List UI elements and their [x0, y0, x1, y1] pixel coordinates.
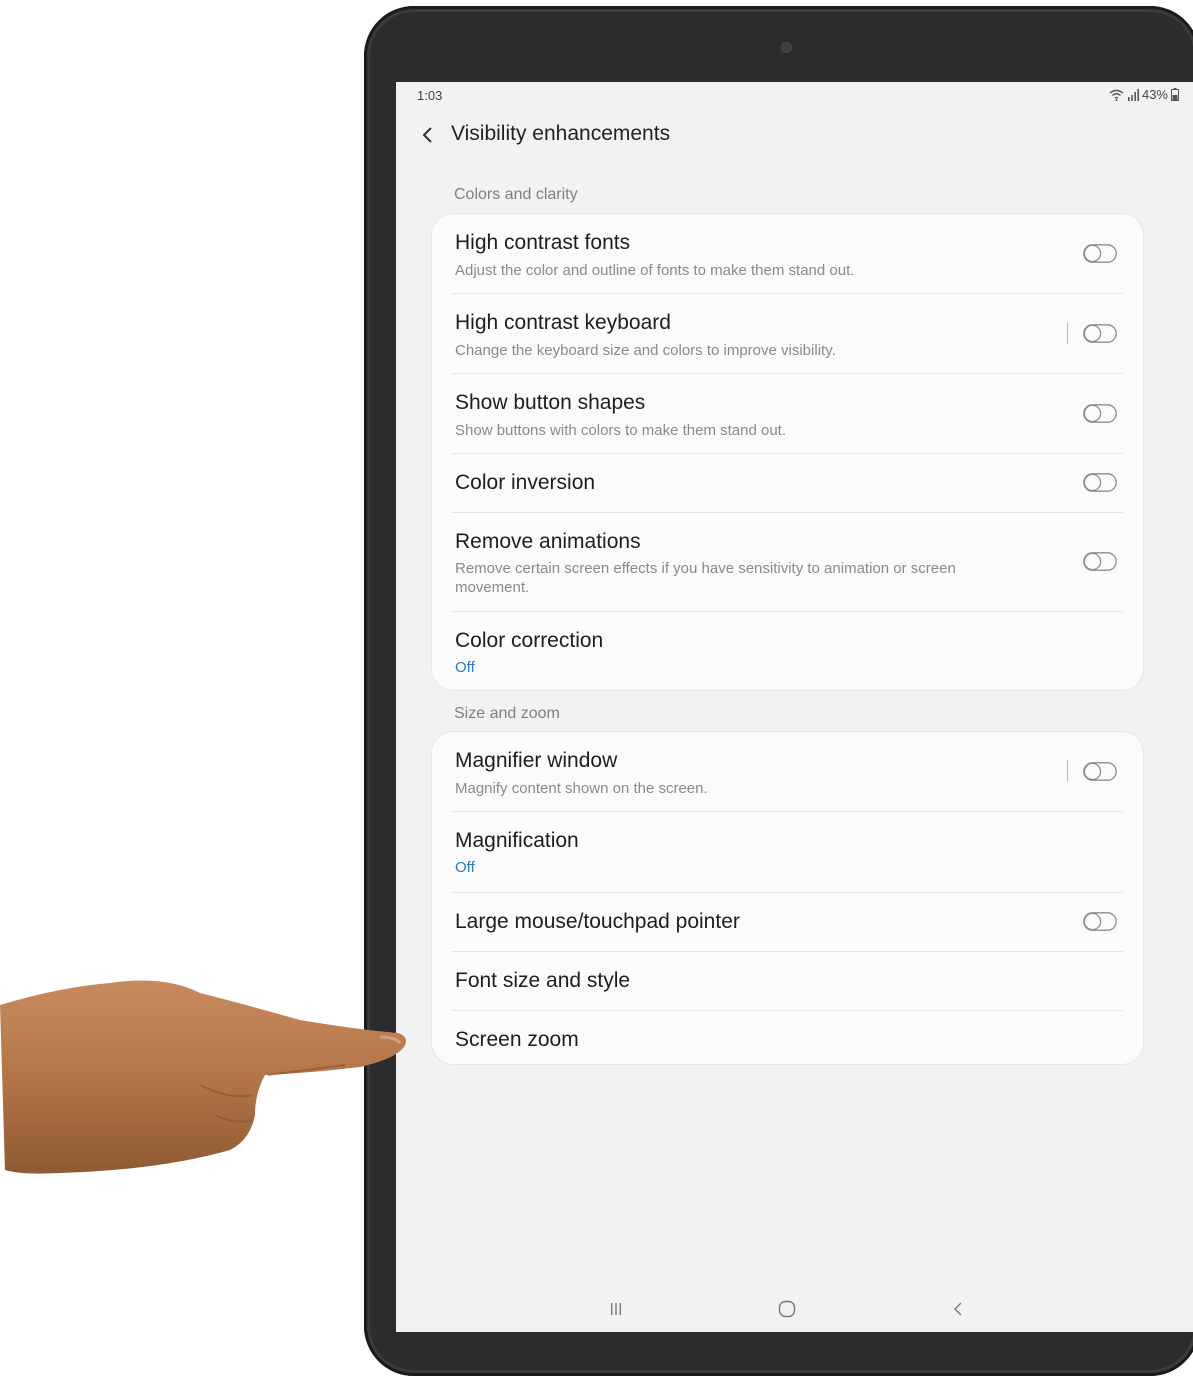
pointing-hand-image — [0, 980, 406, 1174]
nav-back-button[interactable] — [943, 1296, 973, 1322]
divider — [1067, 322, 1068, 344]
setting-title: Color correction — [455, 629, 604, 652]
card-colors-clarity: High contrast fonts Adjust the color and… — [431, 213, 1144, 691]
setting-subtitle: Remove certain screen effects if you hav… — [455, 560, 956, 596]
section-label-size-zoom: Size and zoom — [454, 705, 560, 722]
setting-large-pointer[interactable]: Large mouse/touchpad pointer — [452, 893, 1123, 952]
screen: 1:03 43% Visibility enhancements Colors … — [396, 82, 1193, 1332]
signal-icon — [1127, 88, 1139, 101]
setting-color-inversion[interactable]: Color inversion — [452, 454, 1123, 513]
setting-title: Font size and style — [455, 969, 631, 992]
setting-title: Remove animations — [455, 530, 641, 553]
setting-title: Color inversion — [455, 471, 596, 494]
toggle-switch[interactable] — [1083, 552, 1117, 571]
toggle-switch[interactable] — [1083, 912, 1117, 931]
setting-title: Show button shapes — [455, 391, 646, 414]
setting-show-button-shapes[interactable]: Show button shapes Show buttons with col… — [452, 374, 1123, 454]
status-bar: 1:03 43% — [396, 82, 1193, 108]
divider — [1067, 760, 1068, 782]
toggle-switch[interactable] — [1083, 244, 1117, 263]
toggle-switch[interactable] — [1083, 473, 1117, 492]
app-header: Visibility enhancements — [396, 118, 1193, 152]
battery-icon — [1171, 88, 1179, 101]
back-button[interactable] — [418, 122, 438, 148]
setting-magnifier-window[interactable]: Magnifier window Magnify content shown o… — [452, 732, 1123, 812]
setting-magnification[interactable]: Magnification Off — [452, 812, 1123, 893]
chevron-left-icon — [422, 127, 432, 143]
setting-title: Screen zoom — [455, 1028, 579, 1051]
page-title: Visibility enhancements — [451, 122, 671, 145]
back-icon — [954, 1302, 962, 1316]
status-time: 1:03 — [417, 88, 443, 103]
setting-screen-zoom[interactable]: Screen zoom — [452, 1011, 1123, 1066]
setting-title: Magnification — [455, 829, 579, 852]
setting-color-correction[interactable]: Color correction Off — [452, 612, 1123, 690]
wifi-icon — [1109, 89, 1124, 101]
setting-subtitle: Show buttons with colors to make them st… — [455, 422, 787, 439]
section-label-colors-clarity: Colors and clarity — [454, 186, 578, 203]
setting-title: High contrast keyboard — [455, 311, 671, 334]
card-size-zoom: Magnifier window Magnify content shown o… — [431, 731, 1144, 1065]
setting-title: High contrast fonts — [455, 231, 631, 254]
setting-remove-animations[interactable]: Remove animations Remove certain screen … — [452, 513, 1123, 612]
setting-subtitle: Adjust the color and outline of fonts to… — [455, 262, 855, 279]
setting-value: Off — [455, 859, 475, 876]
setting-high-contrast-keyboard[interactable]: High contrast keyboard Change the keyboa… — [452, 294, 1123, 374]
setting-subtitle: Magnify content shown on the screen. — [455, 780, 708, 797]
navigation-bar — [396, 1286, 1193, 1332]
setting-high-contrast-fonts[interactable]: High contrast fonts Adjust the color and… — [452, 214, 1123, 294]
toggle-switch[interactable] — [1083, 324, 1117, 343]
recents-icon — [611, 1303, 621, 1315]
battery-percent: 43% — [1141, 87, 1168, 102]
nav-recents-button[interactable] — [601, 1296, 631, 1322]
toggle-switch[interactable] — [1083, 762, 1117, 781]
front-camera — [781, 42, 792, 53]
setting-title: Large mouse/touchpad pointer — [455, 910, 740, 933]
setting-value: Off — [455, 659, 475, 676]
setting-font-size-style[interactable]: Font size and style — [452, 952, 1123, 1011]
status-indicators: 43% — [1109, 87, 1179, 102]
home-icon — [778, 1300, 796, 1318]
setting-title: Magnifier window — [455, 749, 618, 772]
setting-subtitle: Change the keyboard size and colors to i… — [455, 342, 836, 359]
toggle-switch[interactable] — [1083, 404, 1117, 423]
nav-home-button[interactable] — [772, 1296, 802, 1322]
